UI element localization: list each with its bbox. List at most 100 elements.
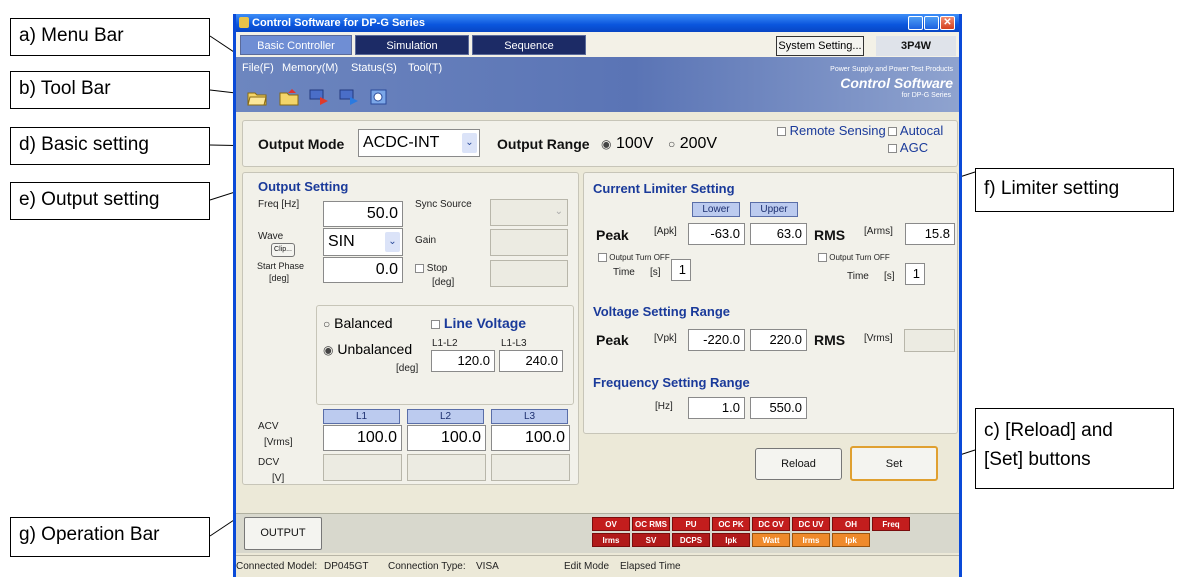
edit-mode-label: Edit Mode [564,561,610,572]
l1-l3-input[interactable]: 240.0 [499,350,563,372]
menu-memory[interactable]: Memory(M) [282,62,338,74]
current-peak-lower-input[interactable]: -63.0 [688,223,745,245]
vpk-unit: [Vpk] [654,333,677,344]
agc-checkbox[interactable]: AGC [888,140,928,155]
range-100v-radio[interactable]: ◉ 100V [601,135,653,153]
checkbox-icon [888,144,897,154]
callout-menu-bar: a) Menu Bar [10,18,210,56]
dcv-l3-input[interactable] [491,454,570,481]
alarm-sv: SV [632,533,670,547]
freq-lower-input[interactable]: 1.0 [688,397,745,419]
voltage-upper-input[interactable]: 220.0 [750,329,807,351]
checkbox-icon [415,263,424,273]
sync-source-select[interactable]: ⌄ [490,199,568,226]
alarm-dc-uv: DC UV [792,517,830,531]
balanced-radio[interactable]: ○ Balanced [323,315,393,331]
basic-setting-panel: Output Mode ACDC-INT ⌄ Output Range ◉ 10… [242,120,958,167]
current-rms-input[interactable]: 15.8 [905,223,955,245]
rms-time-input[interactable]: 1 [905,263,925,285]
range-200v-radio[interactable]: ○ 200V [668,135,717,153]
clip-button[interactable]: Clip... [271,243,295,257]
stop-unit: [deg] [432,277,455,288]
range-200v-label: 200V [679,135,718,152]
acv-l3-input[interactable]: 100.0 [491,425,570,451]
alarm-ipk-limit: Ipk [832,533,870,547]
maximize-icon[interactable] [924,16,939,30]
rms-output-off-label: Output Turn OFF [829,253,890,262]
peak-sec-unit: [s] [650,267,661,278]
tab-simulation[interactable]: Simulation [355,35,469,55]
callout-tool-bar: b) Tool Bar [10,71,210,109]
wave-select[interactable]: SIN ⌄ [323,228,403,256]
remote-sensing-checkbox[interactable]: Remote Sensing [777,123,886,138]
alarm-oc-rms: OC RMS [632,517,670,531]
checkbox-icon [431,319,440,329]
stop-checkbox[interactable]: Stop [415,263,447,274]
connected-model-value: DP045GT [324,561,369,572]
checkbox-icon [598,253,607,263]
radio-empty-icon: ○ [668,137,676,151]
upload-icon[interactable] [338,87,360,107]
current-peak-upper-input[interactable]: 63.0 [750,223,807,245]
freq-input[interactable]: 50.0 [323,201,403,227]
open-file-icon[interactable] [246,87,268,107]
start-phase-input[interactable]: 0.0 [323,257,403,283]
acv-label: ACV [258,421,279,432]
callout-limiter-setting: f) Limiter setting [975,168,1174,212]
window-title: Control Software for DP-G Series [252,17,425,29]
stop-phase-input[interactable] [490,260,568,287]
rms-output-off-checkbox[interactable]: Output Turn OFF [818,253,890,263]
minimize-icon[interactable] [908,16,923,30]
settings-icon[interactable] [368,87,390,107]
peak-time-label: Time [613,267,635,278]
acv-l2-input[interactable]: 100.0 [407,425,486,451]
unbalanced-label: Unbalanced [337,341,413,357]
system-setting-button[interactable]: System Setting... [776,36,864,56]
voltage-lower-input[interactable]: -220.0 [688,329,745,351]
alarm-pu: PU [672,517,710,531]
tab-sequence[interactable]: Sequence [472,35,586,55]
checkbox-icon [888,127,897,137]
voltage-rms-input[interactable] [904,329,955,352]
download-icon[interactable] [308,87,330,107]
peak-time-input[interactable]: 1 [671,259,691,281]
unbalanced-radio[interactable]: ◉ Unbalanced [323,341,412,357]
chevron-down-icon: ⌄ [554,206,563,217]
autocal-checkbox[interactable]: Autocal [888,123,943,138]
deg-label: [deg] [396,363,419,374]
rms-sec-unit: [s] [884,271,895,282]
freq-upper-input[interactable]: 550.0 [750,397,807,419]
save-file-icon[interactable] [278,87,300,107]
reload-button[interactable]: Reload [755,448,842,480]
title-bar[interactable]: Control Software for DP-G Series ✕ [236,14,959,32]
voltage-peak-label: Peak [596,332,629,348]
menu-tool[interactable]: Tool(T) [408,62,442,74]
set-button[interactable]: Set [850,446,938,481]
start-phase-label: Start Phase [257,261,305,271]
gain-input[interactable] [490,229,568,256]
output-button[interactable]: OUTPUT [244,517,322,550]
current-peak-label: Peak [596,227,629,243]
output-mode-select[interactable]: ACDC-INT ⌄ [358,129,480,157]
dcv-l1-input[interactable] [323,454,402,481]
limiter-setting-panel: Current Limiter Setting Lower Upper Peak… [583,172,958,434]
menu-file[interactable]: File(F) [242,62,274,74]
dcv-l2-input[interactable] [407,454,486,481]
l1-l2-input[interactable]: 120.0 [431,350,495,372]
remote-sensing-label: Remote Sensing [789,123,886,138]
alarm-oh: OH [832,517,870,531]
tab-basic-controller[interactable]: Basic Controller [240,35,352,55]
line-voltage-checkbox[interactable]: Line Voltage [431,315,526,331]
alarm-freq: Freq [872,517,910,531]
menu-status[interactable]: Status(S) [351,62,397,74]
stop-label: Stop [426,263,448,274]
radio-selected-icon: ◉ [601,137,612,151]
app-window: Control Software for DP-G Series ✕ Basic… [233,14,962,577]
wave-label: Wave [258,231,284,242]
voltage-range-title: Voltage Setting Range [593,304,730,319]
peak-output-off-checkbox[interactable]: Output Turn OFF [598,253,670,263]
dcv-label: DCV [258,457,280,468]
acv-l1-input[interactable]: 100.0 [323,425,402,451]
close-icon[interactable]: ✕ [940,16,955,30]
connection-type-label: Connection Type: [388,561,466,572]
